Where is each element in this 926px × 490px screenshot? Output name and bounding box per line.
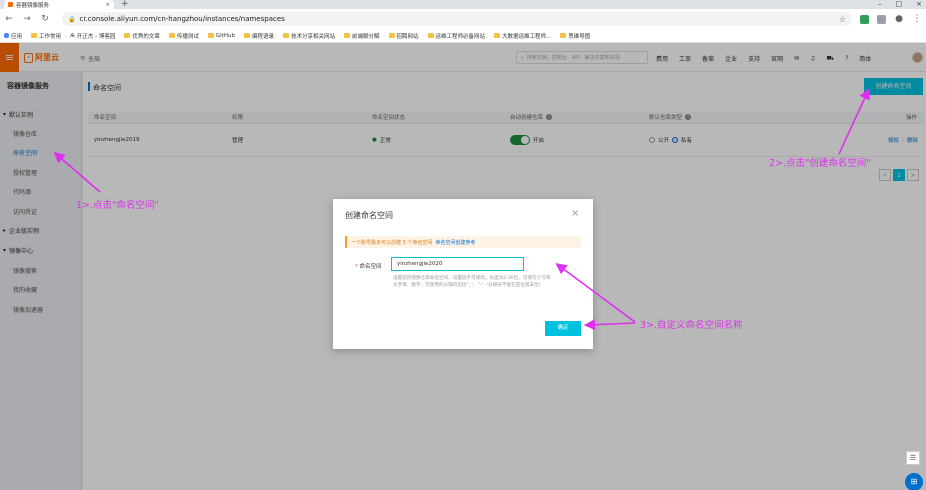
dialog-notice: 一个账号最多可以创建 5 个命名空间 命名空间创建参考 — [345, 236, 581, 248]
aliyun-favicon-icon — [8, 2, 13, 7]
folder-icon — [207, 33, 214, 38]
feedback-icon[interactable]: ☰ — [906, 451, 920, 465]
folder-icon — [124, 33, 131, 38]
lock-icon: 🔒 — [68, 15, 76, 23]
close-icon[interactable]: × — [571, 208, 579, 219]
back-icon[interactable]: ← — [4, 14, 14, 24]
bookmark-item[interactable]: 优秀的文章 — [124, 32, 160, 40]
bookmark-item[interactable]: 技术分享相关网站 — [282, 32, 335, 40]
menu-kebab-icon[interactable]: ⋮ — [912, 14, 922, 24]
bookmarks-bar: 应用 工作常用 Ѧ 开正杰 - 博客园 优秀的文章 传播测试 GitHub 编程语… — [0, 29, 926, 43]
browser-tab-strip — [0, 0, 926, 9]
bookmark-item[interactable]: 思维导图 — [560, 32, 590, 40]
bookmark-star-icon[interactable]: ☆ — [839, 15, 846, 24]
namespace-input[interactable]: yinzhengjie2020 — [391, 257, 524, 271]
annotation-step2: 2>.点击"创建命名空间" — [769, 158, 871, 169]
url-field[interactable]: 🔒 cr.console.aliyun.com/cn-hangzhou/inst… — [62, 12, 852, 26]
confirm-button[interactable]: 确定 — [545, 321, 581, 336]
dialog-title: 创建命名空间 — [345, 211, 393, 220]
apps-icon — [4, 33, 9, 38]
bookmark-item[interactable]: GitHub — [207, 33, 235, 39]
url-text: cr.console.aliyun.com/cn-hangzhou/instan… — [79, 15, 285, 23]
create-namespace-dialog: 创建命名空间 × 一个账号最多可以创建 5 个命名空间 命名空间创建参考 * 命… — [333, 199, 593, 349]
bookmark-item[interactable]: 运维工程师必备网站 — [427, 32, 485, 40]
tab-title: 容器镜像服务 — [16, 2, 50, 9]
forward-icon[interactable]: → — [22, 14, 32, 24]
bookmark-item[interactable]: 大数据运维工程师... — [494, 32, 551, 40]
folder-icon — [31, 33, 38, 38]
extension-icon[interactable] — [860, 14, 869, 24]
namespace-help-text: 设置您的镜像仓库命名空间，设置后不可修改。长度为2-30位，可填写小写英文字母、… — [393, 276, 551, 288]
folder-icon — [494, 33, 501, 38]
tab-close-icon[interactable]: × — [105, 2, 110, 8]
browser-tab[interactable]: 容器镜像服务 × — [4, 0, 114, 9]
reload-icon[interactable]: ↻ — [40, 14, 50, 24]
annotation-step3: 3>.自定义命名空间名称 — [640, 320, 743, 331]
bookmark-item[interactable]: 应用 — [4, 32, 22, 40]
address-bar-row: ← → ↻ 🔒 cr.console.aliyun.com/cn-hangzho… — [0, 9, 926, 29]
bookmark-item[interactable]: 传播测试 — [168, 32, 199, 40]
maximize-icon[interactable]: □ — [896, 0, 903, 8]
namespace-field-label: * 命名空间 — [355, 264, 382, 270]
bookmark-item[interactable]: Ѧ 开正杰 - 博客园 — [70, 32, 115, 40]
folder-icon — [427, 33, 434, 38]
bookmark-item[interactable]: 编程语录 — [243, 32, 274, 40]
window-controls: – □ × — [878, 0, 922, 8]
close-window-icon[interactable]: × — [916, 0, 922, 8]
folder-icon — [168, 33, 175, 38]
folder-icon — [388, 33, 395, 38]
annotation-step1: 1>.点击"命名空间" — [76, 200, 159, 211]
folder-icon — [282, 33, 289, 38]
apps-grid-icon[interactable]: ⊞ — [905, 473, 923, 490]
minimize-icon[interactable]: – — [878, 0, 882, 8]
profile-icon[interactable]: ● — [894, 14, 904, 24]
site-icon: Ѧ — [70, 32, 75, 39]
folder-icon — [560, 33, 567, 38]
bookmark-item[interactable]: 工作常用 — [31, 32, 61, 40]
bookmark-item[interactable]: 招聘网站 — [388, 32, 419, 40]
namespace-reference-link[interactable]: 命名空间创建参考 — [435, 239, 475, 246]
folder-icon — [343, 33, 350, 38]
bookmark-item[interactable]: 前端脚分解 — [343, 32, 380, 40]
extension-icon[interactable] — [877, 14, 886, 24]
new-tab-icon[interactable]: + — [121, 0, 129, 9]
folder-icon — [243, 33, 250, 38]
